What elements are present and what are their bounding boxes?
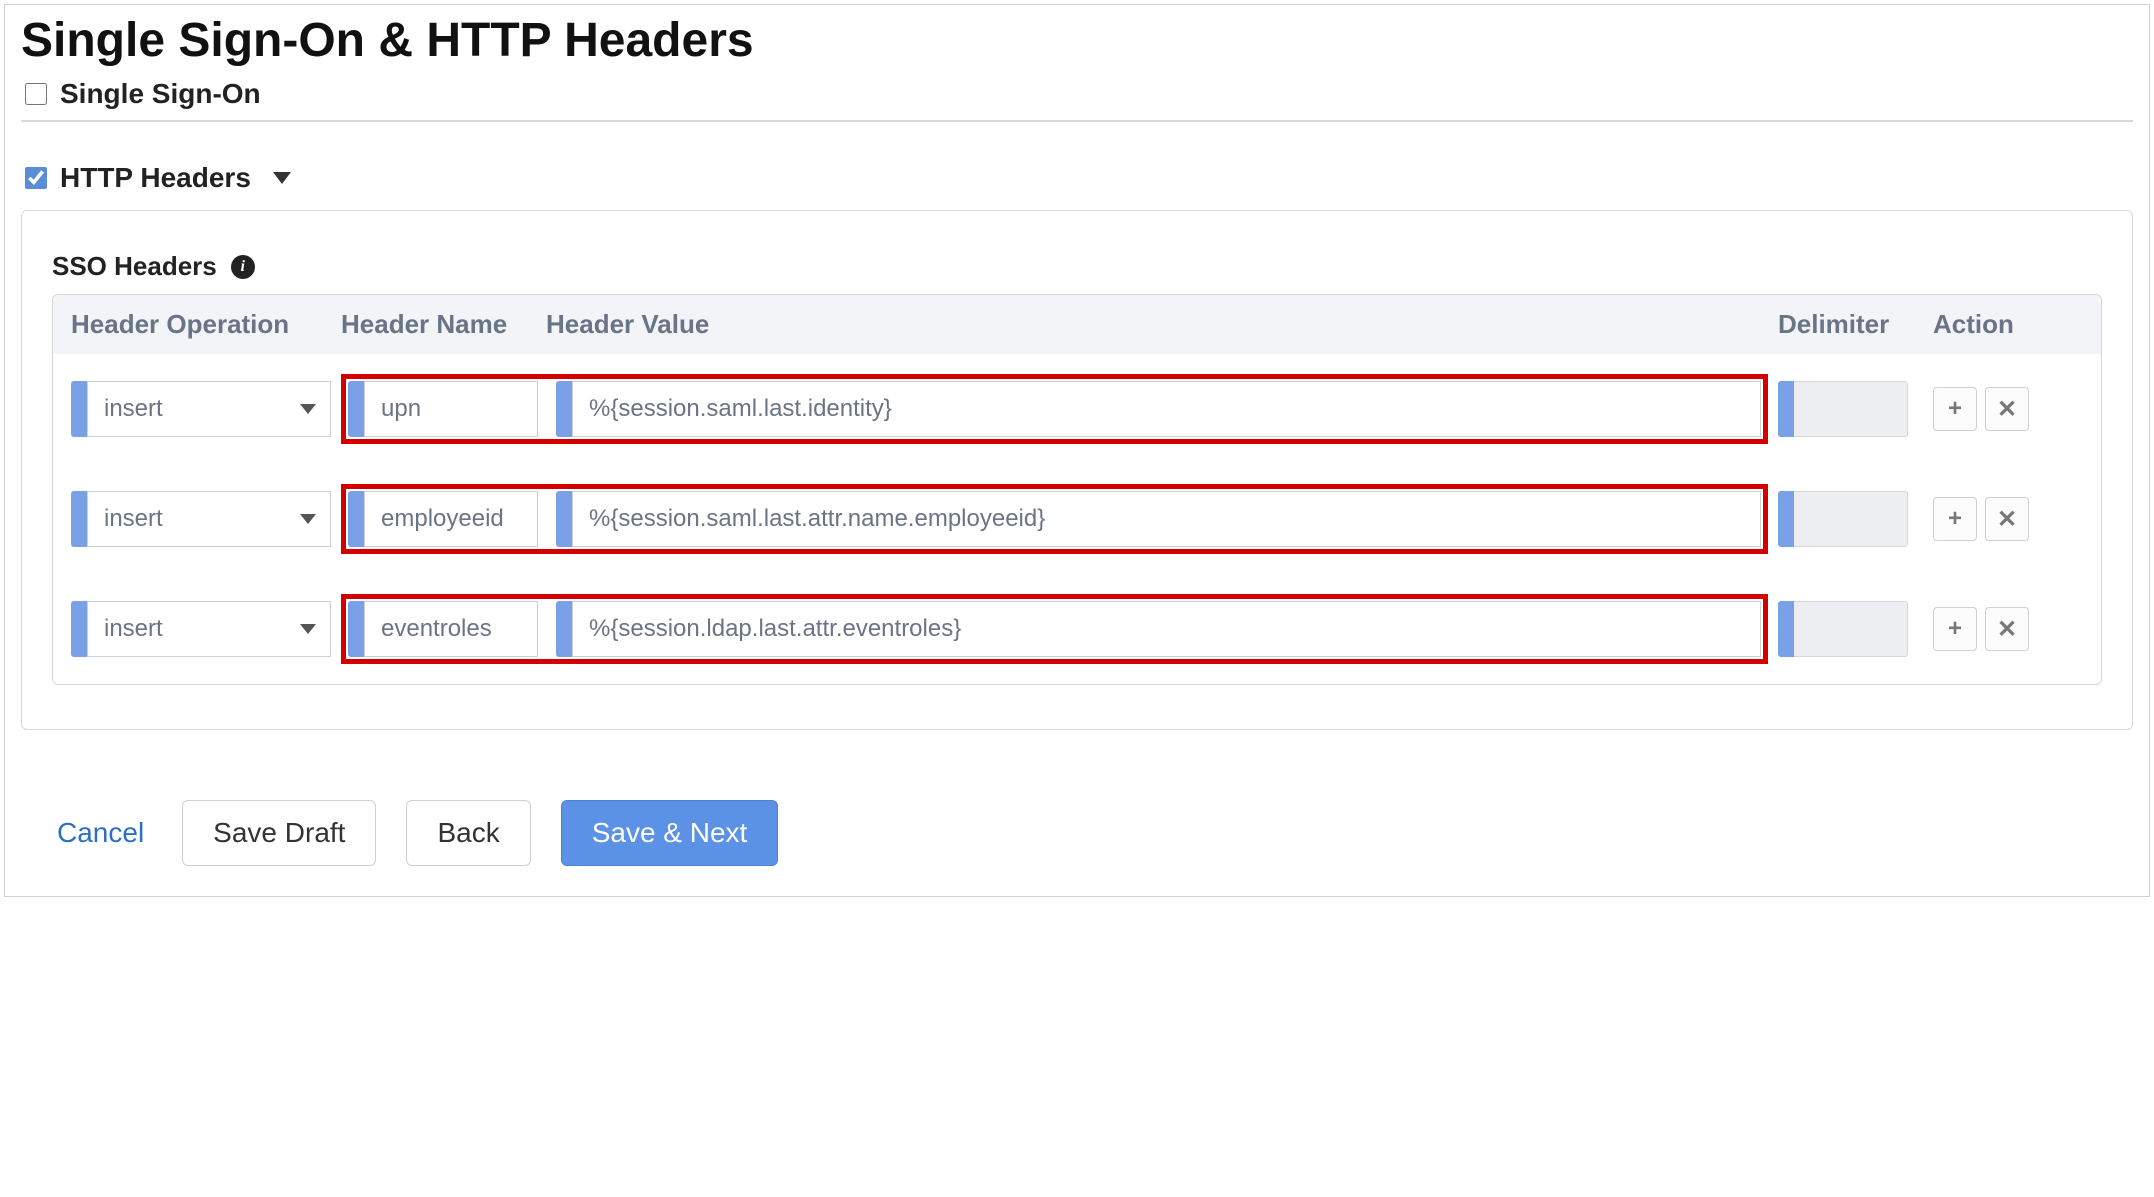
highlight-frame: upn %{session.saml.last.identity} [341,374,1768,444]
footer-actions: Cancel Save Draft Back Save & Next [21,800,2133,866]
add-row-button[interactable]: + [1933,497,1977,541]
sso-headers-label: SSO Headers [52,251,217,282]
operation-select[interactable]: insert [71,381,331,437]
operation-value: insert [104,505,163,533]
delimiter-input[interactable] [1778,381,1908,437]
field-accent [348,381,364,437]
sso-toggle-row: Single Sign-On [21,78,2133,110]
header-name-value: upn [381,395,421,423]
field-accent [71,381,87,437]
col-header-action: Action [1933,309,2083,340]
highlight-frame: eventroles %{session.ldap.last.attr.even… [341,594,1768,664]
header-name-value: employeeid [381,505,504,533]
back-button[interactable]: Back [406,800,530,866]
chevron-down-icon [300,514,316,524]
delimiter-input[interactable] [1778,491,1908,547]
plus-icon: + [1948,615,1962,643]
header-value-value: %{session.ldap.last.attr.eventroles} [589,615,961,643]
add-row-button[interactable]: + [1933,607,1977,651]
save-draft-button[interactable]: Save Draft [182,800,376,866]
info-icon[interactable]: i [231,255,255,279]
delimiter-input[interactable] [1778,601,1908,657]
table-row: insert employeeid %{session.saml.la [53,464,2101,574]
plus-icon: + [1948,395,1962,423]
highlight-frame: employeeid %{session.saml.last.attr.name… [341,484,1768,554]
header-name-input[interactable]: employeeid [348,491,538,547]
field-accent [1778,381,1794,437]
sso-checkbox-label: Single Sign-On [60,78,261,110]
header-value-value: %{session.saml.last.attr.name.employeeid… [589,505,1045,533]
col-header-name: Header Name [341,309,546,340]
headers-table: Header Operation Header Name Header Valu… [52,294,2102,685]
field-accent [1778,601,1794,657]
header-name-input[interactable]: upn [348,381,538,437]
collapse-caret-icon[interactable] [273,172,291,184]
header-value-input[interactable]: %{session.saml.last.attr.name.employeeid… [556,491,1761,547]
field-accent [71,491,87,547]
field-accent [348,601,364,657]
add-row-button[interactable]: + [1933,387,1977,431]
header-value-input[interactable]: %{session.ldap.last.attr.eventroles} [556,601,1761,657]
page-title: Single Sign-On & HTTP Headers [21,13,2133,68]
field-accent [71,601,87,657]
save-next-button[interactable]: Save & Next [561,800,779,866]
http-headers-toggle-row: HTTP Headers [21,162,2133,194]
header-value-input[interactable]: %{session.saml.last.identity} [556,381,1761,437]
delimiter-value [1794,601,1908,657]
sso-headers-heading: SSO Headers i [52,251,2102,282]
operation-value: insert [104,615,163,643]
http-headers-label: HTTP Headers [60,162,251,194]
http-headers-checkbox[interactable] [25,167,47,189]
field-accent [556,601,572,657]
remove-row-button[interactable]: ✕ [1985,387,2029,431]
chevron-down-icon [300,404,316,414]
field-accent [556,381,572,437]
operation-select[interactable]: insert [71,491,331,547]
field-accent [1778,491,1794,547]
col-header-value: Header Value [546,309,1778,340]
http-headers-panel: SSO Headers i Header Operation Header Na… [21,210,2133,730]
field-accent [556,491,572,547]
delimiter-value [1794,381,1908,437]
col-header-delimiter: Delimiter [1778,309,1933,340]
operation-value: insert [104,395,163,423]
delimiter-value [1794,491,1908,547]
field-accent [348,491,364,547]
remove-row-button[interactable]: ✕ [1985,607,2029,651]
chevron-down-icon [300,624,316,634]
plus-icon: + [1948,505,1962,533]
page-container: Single Sign-On & HTTP Headers Single Sig… [4,4,2150,897]
close-icon: ✕ [1997,505,2017,534]
divider [21,120,2133,122]
remove-row-button[interactable]: ✕ [1985,497,2029,541]
table-row: insert eventroles %{session.ldap.la [53,574,2101,684]
header-value-value: %{session.saml.last.identity} [589,395,892,423]
header-name-input[interactable]: eventroles [348,601,538,657]
cancel-button[interactable]: Cancel [49,807,152,859]
table-row: insert upn %{session.saml.last.iden [53,354,2101,464]
sso-checkbox[interactable] [25,83,47,105]
table-header: Header Operation Header Name Header Valu… [53,295,2101,354]
col-header-operation: Header Operation [71,309,341,340]
close-icon: ✕ [1997,395,2017,424]
operation-select[interactable]: insert [71,601,331,657]
close-icon: ✕ [1997,615,2017,644]
header-name-value: eventroles [381,615,492,643]
